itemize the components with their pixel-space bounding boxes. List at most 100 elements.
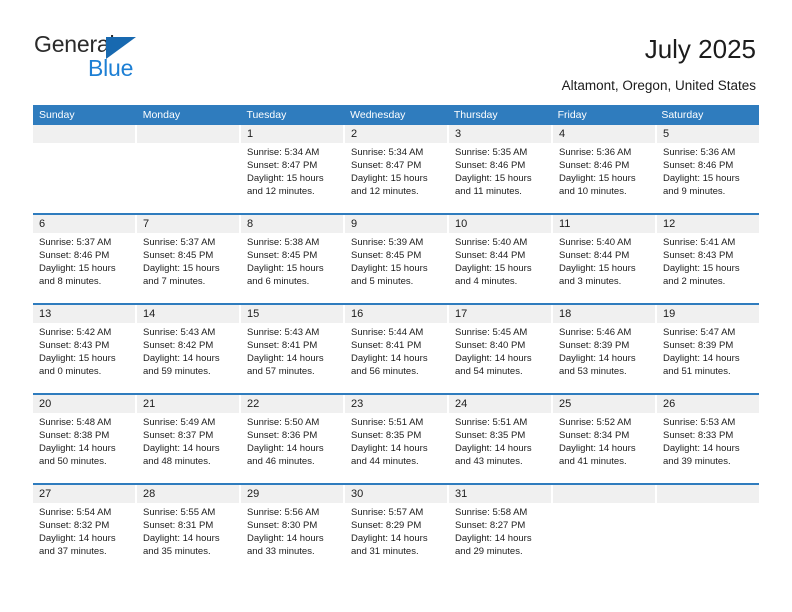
day-cell-empty [137,143,241,213]
day-number[interactable]: 25 [553,395,657,413]
general-blue-logo[interactable]: General Blue [34,32,214,84]
day-cell-empty [657,503,759,573]
day-number[interactable]: 3 [449,125,553,143]
day-number[interactable]: 17 [449,305,553,323]
day-info-line: Sunset: 8:46 PM [559,160,630,171]
day-cell[interactable]: Sunrise: 5:46 AM Sunset: 8:39 PM Daylight:… [553,323,657,393]
day-info-line: Sunrise: 5:49 AM [143,417,216,428]
day-number[interactable]: 30 [345,485,449,503]
day-cell[interactable]: Sunrise: 5:41 AM Sunset: 8:43 PM Daylight:… [657,233,759,303]
day-info-line: Sunset: 8:27 PM [455,520,526,531]
day-info-line: Daylight: 14 hours [351,443,428,454]
day-cell[interactable]: Sunrise: 5:58 AM Sunset: 8:27 PM Daylight:… [449,503,553,573]
day-cell[interactable]: Sunrise: 5:52 AM Sunset: 8:34 PM Daylight:… [553,413,657,483]
day-info-line: Sunset: 8:41 PM [351,340,422,351]
day-info-line: Daylight: 14 hours [351,533,428,544]
day-info-line: Sunset: 8:36 PM [247,430,318,441]
day-info-line: and 31 minutes. [351,546,419,557]
day-info-line: and 4 minutes. [455,276,518,287]
logo-text-blue: Blue [88,55,134,81]
day-cell[interactable]: Sunrise: 5:34 AM Sunset: 8:47 PM Daylight:… [345,143,449,213]
day-info-line: and 8 minutes. [39,276,102,287]
day-number[interactable]: 14 [137,305,241,323]
day-number[interactable]: 9 [345,215,449,233]
day-info-line: and 54 minutes. [455,366,523,377]
day-number[interactable]: 11 [553,215,657,233]
day-cell[interactable]: Sunrise: 5:40 AM Sunset: 8:44 PM Daylight:… [553,233,657,303]
day-number[interactable]: 12 [657,215,759,233]
day-cell[interactable]: Sunrise: 5:51 AM Sunset: 8:35 PM Daylight:… [345,413,449,483]
day-info-line: and 33 minutes. [247,546,315,557]
day-number[interactable]: 18 [553,305,657,323]
day-number[interactable]: 21 [137,395,241,413]
day-cell[interactable]: Sunrise: 5:53 AM Sunset: 8:33 PM Daylight:… [657,413,759,483]
day-cell[interactable]: Sunrise: 5:36 AM Sunset: 8:46 PM Daylight:… [657,143,759,213]
day-cell[interactable]: Sunrise: 5:38 AM Sunset: 8:45 PM Daylight:… [241,233,345,303]
day-number[interactable]: 27 [33,485,137,503]
week-date-numbers: 6 7 8 9 10 11 12 [33,215,759,233]
day-info-line: and 53 minutes. [559,366,627,377]
day-number[interactable]: 16 [345,305,449,323]
weekday-header-wednesday: Wednesday [350,109,406,121]
day-info-line: Sunset: 8:47 PM [247,160,318,171]
day-cell[interactable]: Sunrise: 5:49 AM Sunset: 8:37 PM Daylight:… [137,413,241,483]
day-number[interactable]: 6 [33,215,137,233]
day-info-line: Daylight: 15 hours [663,173,740,184]
day-cell[interactable]: Sunrise: 5:40 AM Sunset: 8:44 PM Daylight:… [449,233,553,303]
day-number[interactable]: 15 [241,305,345,323]
day-number[interactable]: 19 [657,305,759,323]
day-number[interactable]: 26 [657,395,759,413]
day-cell[interactable]: Sunrise: 5:44 AM Sunset: 8:41 PM Daylight:… [345,323,449,393]
day-number[interactable]: 28 [137,485,241,503]
day-number[interactable]: 4 [553,125,657,143]
day-info-line: Daylight: 14 hours [143,353,220,364]
day-cell[interactable]: Sunrise: 5:45 AM Sunset: 8:40 PM Daylight:… [449,323,553,393]
day-number[interactable]: 8 [241,215,345,233]
day-info-line: Sunrise: 5:39 AM [351,237,424,248]
day-cell[interactable]: Sunrise: 5:43 AM Sunset: 8:41 PM Daylight:… [241,323,345,393]
day-number[interactable]: 22 [241,395,345,413]
day-info-line: and 39 minutes. [663,456,731,467]
day-info-line: Sunrise: 5:35 AM [455,147,528,158]
day-cell[interactable]: Sunrise: 5:42 AM Sunset: 8:43 PM Daylight:… [33,323,137,393]
day-number[interactable]: 5 [657,125,759,143]
day-info-line: Daylight: 15 hours [663,263,740,274]
day-cell[interactable]: Sunrise: 5:35 AM Sunset: 8:46 PM Daylight:… [449,143,553,213]
day-info-line: Daylight: 14 hours [663,353,740,364]
day-info-line: Sunrise: 5:37 AM [39,237,112,248]
day-cell[interactable]: Sunrise: 5:36 AM Sunset: 8:46 PM Daylight:… [553,143,657,213]
day-info-line: Sunrise: 5:42 AM [39,327,112,338]
day-number[interactable]: 2 [345,125,449,143]
day-cell[interactable]: Sunrise: 5:37 AM Sunset: 8:45 PM Daylight:… [137,233,241,303]
day-cell[interactable]: Sunrise: 5:43 AM Sunset: 8:42 PM Daylight:… [137,323,241,393]
day-number[interactable]: 20 [33,395,137,413]
day-number[interactable]: 29 [241,485,345,503]
day-cell[interactable]: Sunrise: 5:39 AM Sunset: 8:45 PM Daylight:… [345,233,449,303]
day-info-line: Sunset: 8:41 PM [247,340,318,351]
day-cell[interactable]: Sunrise: 5:51 AM Sunset: 8:35 PM Daylight:… [449,413,553,483]
day-info-line: Sunrise: 5:50 AM [247,417,320,428]
day-number[interactable]: 13 [33,305,137,323]
day-cell[interactable]: Sunrise: 5:34 AM Sunset: 8:47 PM Daylight:… [241,143,345,213]
day-info-line: and 2 minutes. [663,276,726,287]
day-cell[interactable]: Sunrise: 5:56 AM Sunset: 8:30 PM Daylight:… [241,503,345,573]
day-info-line: and 12 minutes. [247,186,315,197]
day-cell[interactable]: Sunrise: 5:54 AM Sunset: 8:32 PM Daylight:… [33,503,137,573]
day-number[interactable]: 10 [449,215,553,233]
weekday-header-friday: Friday [557,109,587,121]
day-number[interactable]: 31 [449,485,553,503]
day-cell[interactable]: Sunrise: 5:57 AM Sunset: 8:29 PM Daylight:… [345,503,449,573]
weekday-header-row: Sunday Monday Tuesday Wednesday Thursday… [33,105,759,125]
day-number[interactable]: 23 [345,395,449,413]
day-cell[interactable]: Sunrise: 5:37 AM Sunset: 8:46 PM Daylight:… [33,233,137,303]
day-info-line: Sunrise: 5:43 AM [247,327,320,338]
day-number[interactable]: 24 [449,395,553,413]
day-number[interactable]: 1 [241,125,345,143]
day-cell[interactable]: Sunrise: 5:50 AM Sunset: 8:36 PM Daylight:… [241,413,345,483]
day-cell[interactable]: Sunrise: 5:55 AM Sunset: 8:31 PM Daylight:… [137,503,241,573]
day-number[interactable]: 7 [137,215,241,233]
day-cell[interactable]: Sunrise: 5:48 AM Sunset: 8:38 PM Daylight:… [33,413,137,483]
day-info-line: Sunrise: 5:40 AM [455,237,528,248]
day-cell[interactable]: Sunrise: 5:47 AM Sunset: 8:39 PM Daylight:… [657,323,759,393]
day-cell-empty [33,143,137,213]
